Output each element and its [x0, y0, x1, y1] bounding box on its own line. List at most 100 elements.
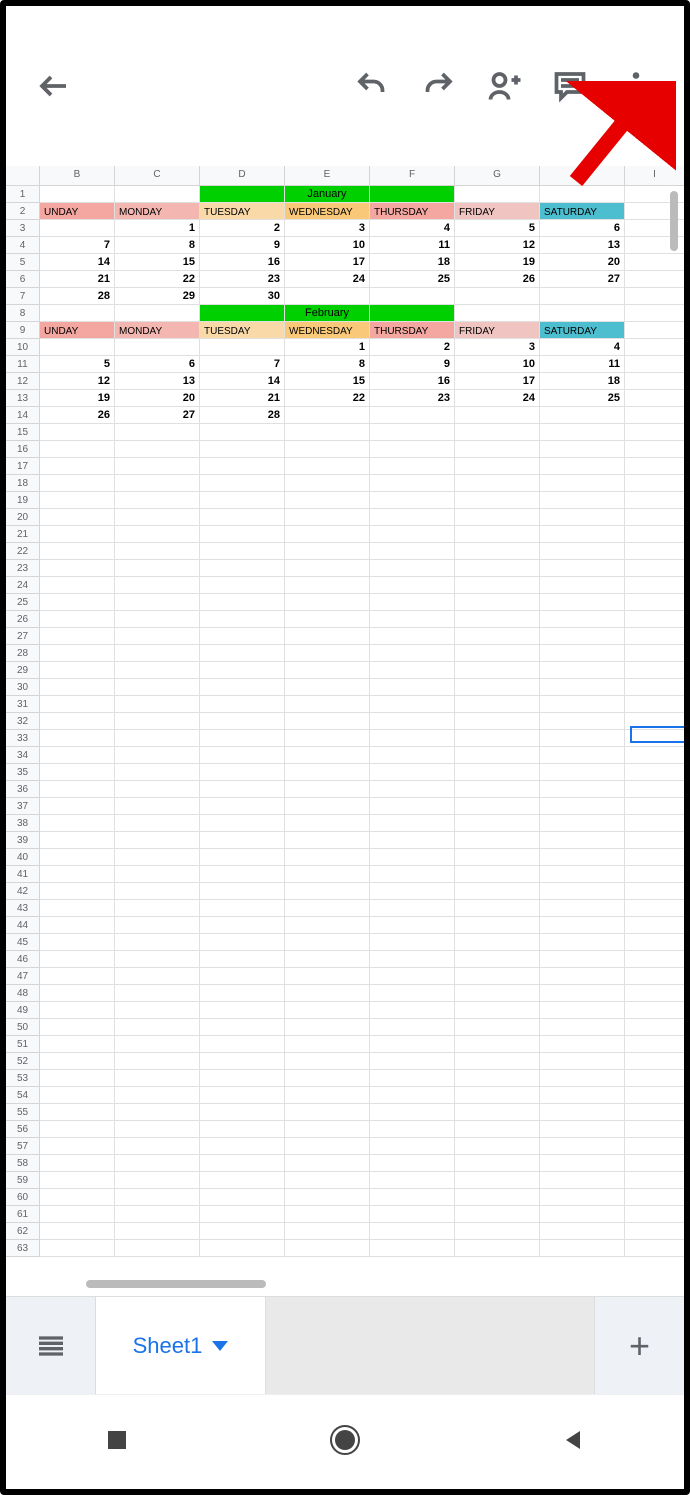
- cell[interactable]: [40, 917, 115, 934]
- cell[interactable]: [370, 883, 455, 900]
- cell[interactable]: 9: [200, 237, 285, 254]
- cell[interactable]: [625, 390, 684, 407]
- cell[interactable]: [115, 1019, 200, 1036]
- cell[interactable]: [285, 968, 370, 985]
- cell[interactable]: [455, 305, 540, 322]
- cell[interactable]: [200, 917, 285, 934]
- row-header[interactable]: 15: [6, 424, 40, 441]
- cell[interactable]: [200, 1223, 285, 1240]
- cell[interactable]: 15: [115, 254, 200, 271]
- cell[interactable]: [285, 407, 370, 424]
- cell[interactable]: [625, 849, 684, 866]
- cell[interactable]: [540, 441, 625, 458]
- cell[interactable]: [115, 832, 200, 849]
- cell[interactable]: [370, 543, 455, 560]
- cell[interactable]: [200, 1189, 285, 1206]
- cell[interactable]: [40, 968, 115, 985]
- cell[interactable]: WEDNESDAY: [285, 203, 370, 220]
- row-header[interactable]: 22: [6, 543, 40, 560]
- cell[interactable]: [540, 1036, 625, 1053]
- cell[interactable]: [625, 815, 684, 832]
- cell[interactable]: February: [285, 305, 370, 322]
- column-header[interactable]: C: [115, 166, 200, 186]
- row-header[interactable]: 60: [6, 1189, 40, 1206]
- cell[interactable]: 23: [200, 271, 285, 288]
- cell[interactable]: [40, 1070, 115, 1087]
- comment-button[interactable]: [542, 58, 598, 114]
- cell[interactable]: [200, 560, 285, 577]
- cell[interactable]: [200, 1138, 285, 1155]
- cell[interactable]: [370, 1121, 455, 1138]
- cell[interactable]: [370, 764, 455, 781]
- cell[interactable]: 29: [115, 288, 200, 305]
- cell[interactable]: [540, 747, 625, 764]
- cell[interactable]: [285, 781, 370, 798]
- cell[interactable]: [625, 968, 684, 985]
- cell[interactable]: [285, 1121, 370, 1138]
- cell[interactable]: [285, 1155, 370, 1172]
- cell[interactable]: 28: [200, 407, 285, 424]
- cell[interactable]: [455, 186, 540, 203]
- cell[interactable]: [370, 1206, 455, 1223]
- cell[interactable]: [285, 849, 370, 866]
- more-menu-button[interactable]: [608, 58, 664, 114]
- cell[interactable]: [40, 832, 115, 849]
- cell[interactable]: [455, 730, 540, 747]
- cell[interactable]: [540, 305, 625, 322]
- cell[interactable]: [370, 1189, 455, 1206]
- cell[interactable]: 10: [285, 237, 370, 254]
- cell[interactable]: [200, 458, 285, 475]
- cell[interactable]: [540, 883, 625, 900]
- cell[interactable]: [455, 1121, 540, 1138]
- cell[interactable]: 3: [455, 339, 540, 356]
- cell[interactable]: [455, 1053, 540, 1070]
- cell[interactable]: 17: [455, 373, 540, 390]
- row-header[interactable]: 45: [6, 934, 40, 951]
- cell[interactable]: [40, 220, 115, 237]
- cell[interactable]: 7: [200, 356, 285, 373]
- cell[interactable]: [40, 985, 115, 1002]
- cell[interactable]: [40, 781, 115, 798]
- cell[interactable]: [200, 594, 285, 611]
- column-header[interactable]: E: [285, 166, 370, 186]
- cell[interactable]: [455, 968, 540, 985]
- cell[interactable]: 13: [540, 237, 625, 254]
- cell[interactable]: [285, 509, 370, 526]
- cell[interactable]: [370, 679, 455, 696]
- cell[interactable]: 12: [455, 237, 540, 254]
- column-header[interactable]: D: [200, 166, 285, 186]
- cell[interactable]: [455, 1172, 540, 1189]
- cell[interactable]: 6: [115, 356, 200, 373]
- cell[interactable]: [540, 951, 625, 968]
- cell[interactable]: [540, 577, 625, 594]
- cell[interactable]: 28: [40, 288, 115, 305]
- cell[interactable]: [115, 713, 200, 730]
- cell[interactable]: [115, 730, 200, 747]
- cell[interactable]: [540, 1189, 625, 1206]
- cell[interactable]: [370, 849, 455, 866]
- cell[interactable]: [625, 1189, 684, 1206]
- cell[interactable]: [200, 815, 285, 832]
- cell[interactable]: [370, 917, 455, 934]
- cell[interactable]: [115, 662, 200, 679]
- cell[interactable]: [370, 1223, 455, 1240]
- cell[interactable]: [285, 798, 370, 815]
- cell[interactable]: [625, 951, 684, 968]
- nav-back-button[interactable]: [560, 1427, 586, 1458]
- cell[interactable]: [115, 1206, 200, 1223]
- cell[interactable]: [285, 917, 370, 934]
- cell[interactable]: 11: [370, 237, 455, 254]
- cell[interactable]: 21: [40, 271, 115, 288]
- cell[interactable]: [625, 1053, 684, 1070]
- cell[interactable]: [115, 985, 200, 1002]
- cell[interactable]: [40, 900, 115, 917]
- row-header[interactable]: 59: [6, 1172, 40, 1189]
- cell[interactable]: [625, 1070, 684, 1087]
- cell[interactable]: [285, 543, 370, 560]
- row-header[interactable]: 47: [6, 968, 40, 985]
- cell[interactable]: THURSDAY: [370, 322, 455, 339]
- cell[interactable]: 19: [455, 254, 540, 271]
- cell[interactable]: [625, 679, 684, 696]
- cell[interactable]: [455, 900, 540, 917]
- cell[interactable]: [285, 662, 370, 679]
